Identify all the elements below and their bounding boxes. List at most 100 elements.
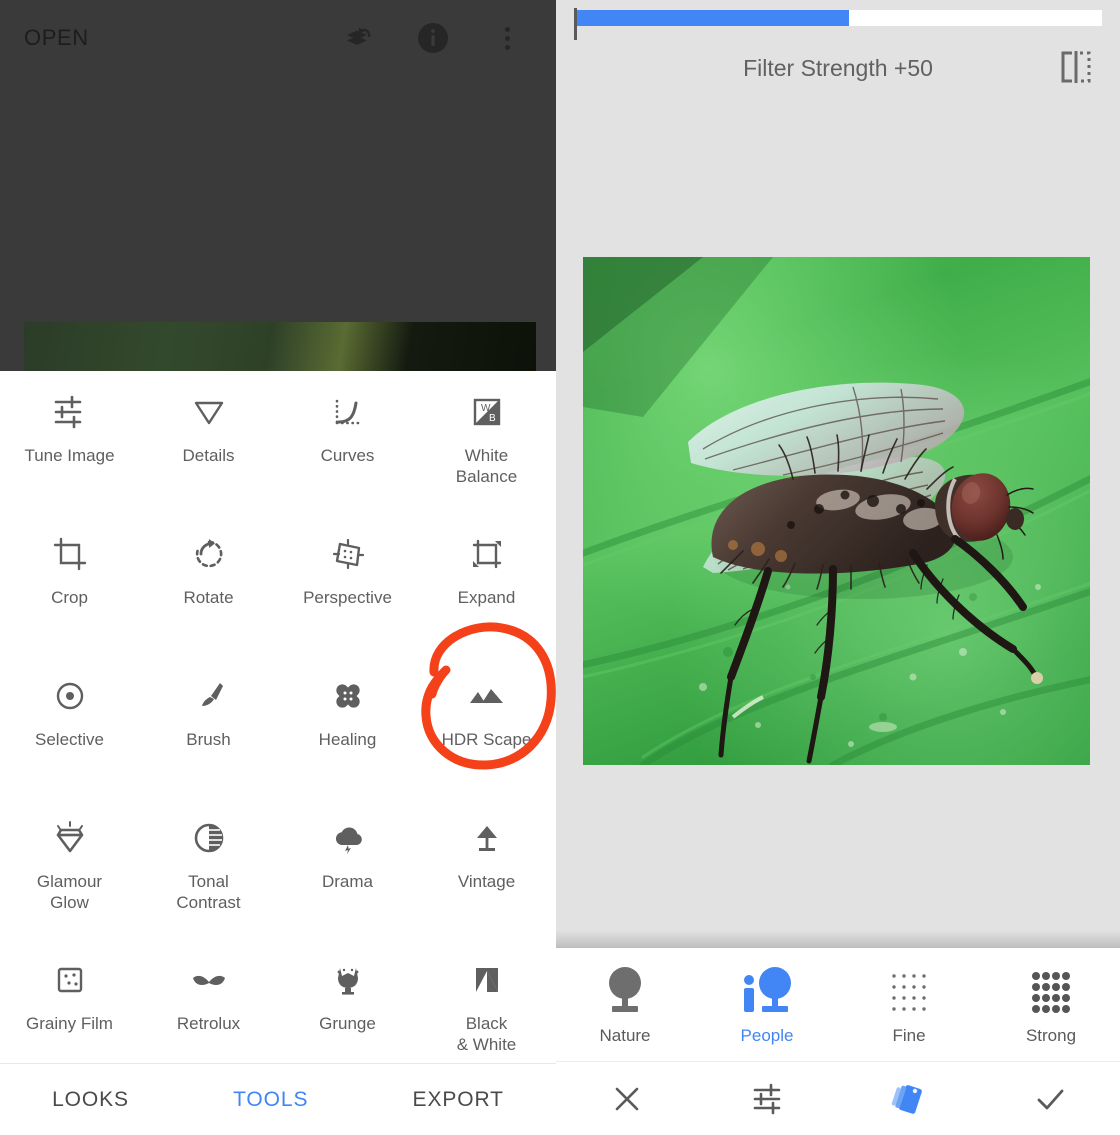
preset-people[interactable]: People — [712, 962, 822, 1046]
tool-retrolux[interactable]: Retrolux — [139, 939, 278, 1063]
tool-label: Retrolux — [176, 1014, 241, 1033]
tool-label: Details — [182, 446, 235, 465]
left-topbar-icon-group — [342, 21, 556, 55]
filter-strength-slider[interactable] — [574, 10, 1102, 26]
filter-strength-label: Filter Strength +50 — [743, 54, 933, 81]
layers-undo-icon[interactable] — [342, 21, 376, 55]
brush-icon — [189, 673, 229, 719]
tool-crop[interactable]: Crop — [0, 513, 139, 655]
nav-looks[interactable]: LOOKS — [52, 1088, 129, 1112]
tool-label: Selective — [35, 730, 104, 749]
tool-label: Tune Image — [24, 446, 115, 465]
slider-fill — [574, 10, 849, 26]
tool-label: Black & White — [456, 1014, 517, 1055]
preset-strong[interactable]: Strong — [996, 962, 1106, 1046]
moustache-icon — [189, 957, 229, 1003]
preset-label: Strong — [1025, 1026, 1077, 1045]
slider-handle[interactable] — [574, 8, 577, 40]
tool-rotate[interactable]: Rotate — [139, 513, 278, 655]
left-bottom-nav: LOOKS TOOLS EXPORT — [0, 1063, 556, 1135]
tool-label: Perspective — [303, 588, 392, 607]
adjust-button[interactable] — [742, 1073, 794, 1125]
tool-grunge[interactable]: Grunge — [278, 939, 417, 1063]
open-button[interactable]: OPEN — [24, 25, 89, 51]
tools-grid: Tune Image Details Curves W B White Bala… — [0, 371, 556, 1063]
tune-sliders-icon — [50, 389, 90, 435]
preset-label: People — [740, 1026, 794, 1045]
tool-brush[interactable]: Brush — [139, 655, 278, 797]
tool-expand[interactable]: Expand — [417, 513, 556, 655]
white-balance-icon: W B — [467, 389, 507, 435]
tool-label: Curves — [320, 446, 375, 465]
tool-label: Grainy Film — [26, 1014, 113, 1033]
healing-bandage-icon — [328, 673, 368, 719]
preset-label: Nature — [599, 1026, 651, 1045]
tool-hdr-scape[interactable]: HDR Scape — [417, 655, 556, 797]
fine-dots-icon — [881, 962, 937, 1018]
left-panel-tools-screen: OPEN Tune Image Details Curves W B White… — [0, 0, 556, 1135]
overflow-menu-icon[interactable] — [490, 21, 524, 55]
tool-label: Crop — [51, 588, 88, 607]
tool-details[interactable]: Details — [139, 371, 278, 513]
nav-export[interactable]: EXPORT — [413, 1088, 504, 1112]
tool-label: Grunge — [319, 1014, 376, 1033]
preset-nature[interactable]: Nature — [570, 962, 680, 1046]
perspective-icon — [328, 531, 368, 577]
apply-button[interactable] — [1024, 1073, 1076, 1125]
photo-preview[interactable] — [583, 257, 1090, 765]
right-bottom-toolbar — [556, 1061, 1120, 1135]
panel-shadow — [556, 930, 1120, 948]
tool-label: Expand — [457, 588, 516, 607]
mountains-icon — [467, 673, 507, 719]
tool-label: Drama — [321, 872, 373, 891]
nav-tools[interactable]: TOOLS — [233, 1088, 308, 1112]
tool-selective[interactable]: Selective — [0, 655, 139, 797]
hdr-preset-row: Nature People Fine Strong — [556, 948, 1120, 1061]
grunge-skull-icon — [328, 957, 368, 1003]
black-white-icon — [467, 957, 507, 1003]
tool-tune-image[interactable]: Tune Image — [0, 371, 139, 513]
tool-drama[interactable]: Drama — [278, 797, 417, 939]
tool-label: Healing — [318, 730, 377, 749]
selective-target-icon — [50, 673, 90, 719]
tool-label: HDR Scape — [441, 730, 532, 749]
expand-icon — [467, 531, 507, 577]
curves-icon — [328, 389, 368, 435]
compare-split-icon[interactable] — [1056, 46, 1096, 88]
cloud-lightning-icon — [328, 815, 368, 861]
app-screenshot: OPEN Tune Image Details Curves W B White… — [0, 0, 1120, 1135]
tool-black-and-white[interactable]: Black & White — [417, 939, 556, 1063]
preset-label: Fine — [892, 1026, 926, 1045]
tool-label: Rotate — [183, 588, 234, 607]
left-top-bar: OPEN — [0, 0, 556, 76]
tool-label: Vintage — [457, 872, 516, 891]
tool-label: Glamour Glow — [36, 872, 103, 913]
info-icon[interactable] — [416, 21, 450, 55]
tool-label: Tonal Contrast — [176, 872, 241, 913]
strong-dots-icon — [1023, 962, 1079, 1018]
tool-label: White Balance — [455, 446, 518, 487]
tool-label: Brush — [186, 730, 231, 749]
triangle-down-icon — [189, 389, 229, 435]
grain-dots-square-icon — [50, 957, 90, 1003]
tools-grid-panel: Tune Image Details Curves W B White Bala… — [0, 371, 556, 1063]
preset-fine[interactable]: Fine — [854, 962, 964, 1046]
tool-grainy-film[interactable]: Grainy Film — [0, 939, 139, 1063]
tool-white-balance[interactable]: W B White Balance — [417, 371, 556, 513]
diamond-sparkle-icon — [50, 815, 90, 861]
cancel-button[interactable] — [601, 1073, 653, 1125]
looks-stack-button[interactable] — [883, 1073, 935, 1125]
tool-curves[interactable]: Curves — [278, 371, 417, 513]
tool-perspective[interactable]: Perspective — [278, 513, 417, 655]
right-panel-hdrscape-screen: Filter Strength +50 Nature People Fine S… — [556, 0, 1120, 1135]
tool-healing[interactable]: Healing — [278, 655, 417, 797]
tree-icon — [597, 962, 653, 1018]
tool-glamour-glow[interactable]: Glamour Glow — [0, 797, 139, 939]
image-preview-strip — [24, 322, 536, 371]
contrast-circle-icon — [189, 815, 229, 861]
tool-vintage[interactable]: Vintage — [417, 797, 556, 939]
filter-strength-row: Filter Strength +50 — [556, 46, 1120, 90]
tool-tonal-contrast[interactable]: Tonal Contrast — [139, 797, 278, 939]
rotate-icon — [189, 531, 229, 577]
svg-text:B: B — [489, 413, 496, 424]
